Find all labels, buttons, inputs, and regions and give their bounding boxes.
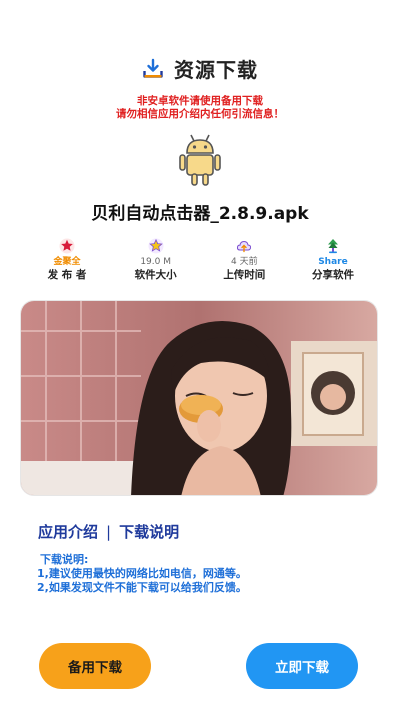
share-tree-icon [327,239,338,254]
warning-line-2: 请勿相信应用介绍内任何引流信息！ [116,108,284,120]
share-value[interactable]: Share [318,256,348,268]
download-now-button[interactable]: 立即下载 [246,643,358,689]
notes-line-1: 1,建议使用最快的网络比如电信，网通等。 [37,567,247,580]
page-title: 资源下载 [174,58,258,82]
stat-share[interactable]: Share 分享软件 [298,238,368,282]
size-value: 19.0 M [140,257,171,267]
page-header: 资源下载 [0,54,400,83]
stat-upload-time: 4 天前 上传时间 [209,238,279,282]
upload-cloud-icon [237,240,252,253]
backup-download-button[interactable]: 备用下载 [39,643,151,689]
android-robot-icon [179,134,221,186]
stat-size: 19.0 M 软件大小 [121,238,191,282]
preview-photo [21,301,377,495]
tab-separator: | [106,522,112,541]
notes-heading: 下载说明: [40,553,89,566]
publisher-label: 发 布 者 [47,269,87,281]
tab-download-notes[interactable]: 下载说明 [119,521,179,542]
upload-time-value: 4 天前 [231,257,258,267]
warning-line-1: 非安卓软件请使用备用下载 [137,95,263,107]
tab-app-intro[interactable]: 应用介绍 [38,521,98,542]
app-file-name: 贝利自动点击器_2.8.9.apk [91,204,309,224]
share-label[interactable]: 分享软件 [312,268,354,282]
content-tabs: 应用介绍 | 下载说明 [38,521,179,542]
yellow-star-badge-icon [148,238,164,254]
download-tray-icon [143,58,163,78]
download-notes: 下载说明: 1,建议使用最快的网络比如电信，网通等。 2,如果发现文件不能下载可… [37,553,247,595]
stat-publisher: 金聚全 发 布 者 [32,238,102,282]
notes-line-2: 2,如果发现文件不能下载可以给我们反馈。 [37,581,247,594]
upload-time-label: 上传时间 [223,269,266,281]
red-star-badge-icon [59,238,75,254]
size-label: 软件大小 [134,269,177,281]
app-preview-image [20,300,378,496]
app-stats-row: 金聚全 发 布 者 19.0 M 软件大小 4 天前 上传时间 Share 分享… [20,238,380,282]
publisher-value: 金聚全 [53,257,81,267]
warning-text: 非安卓软件请使用备用下载 请勿相信应用介绍内任何引流信息！ [0,95,400,121]
